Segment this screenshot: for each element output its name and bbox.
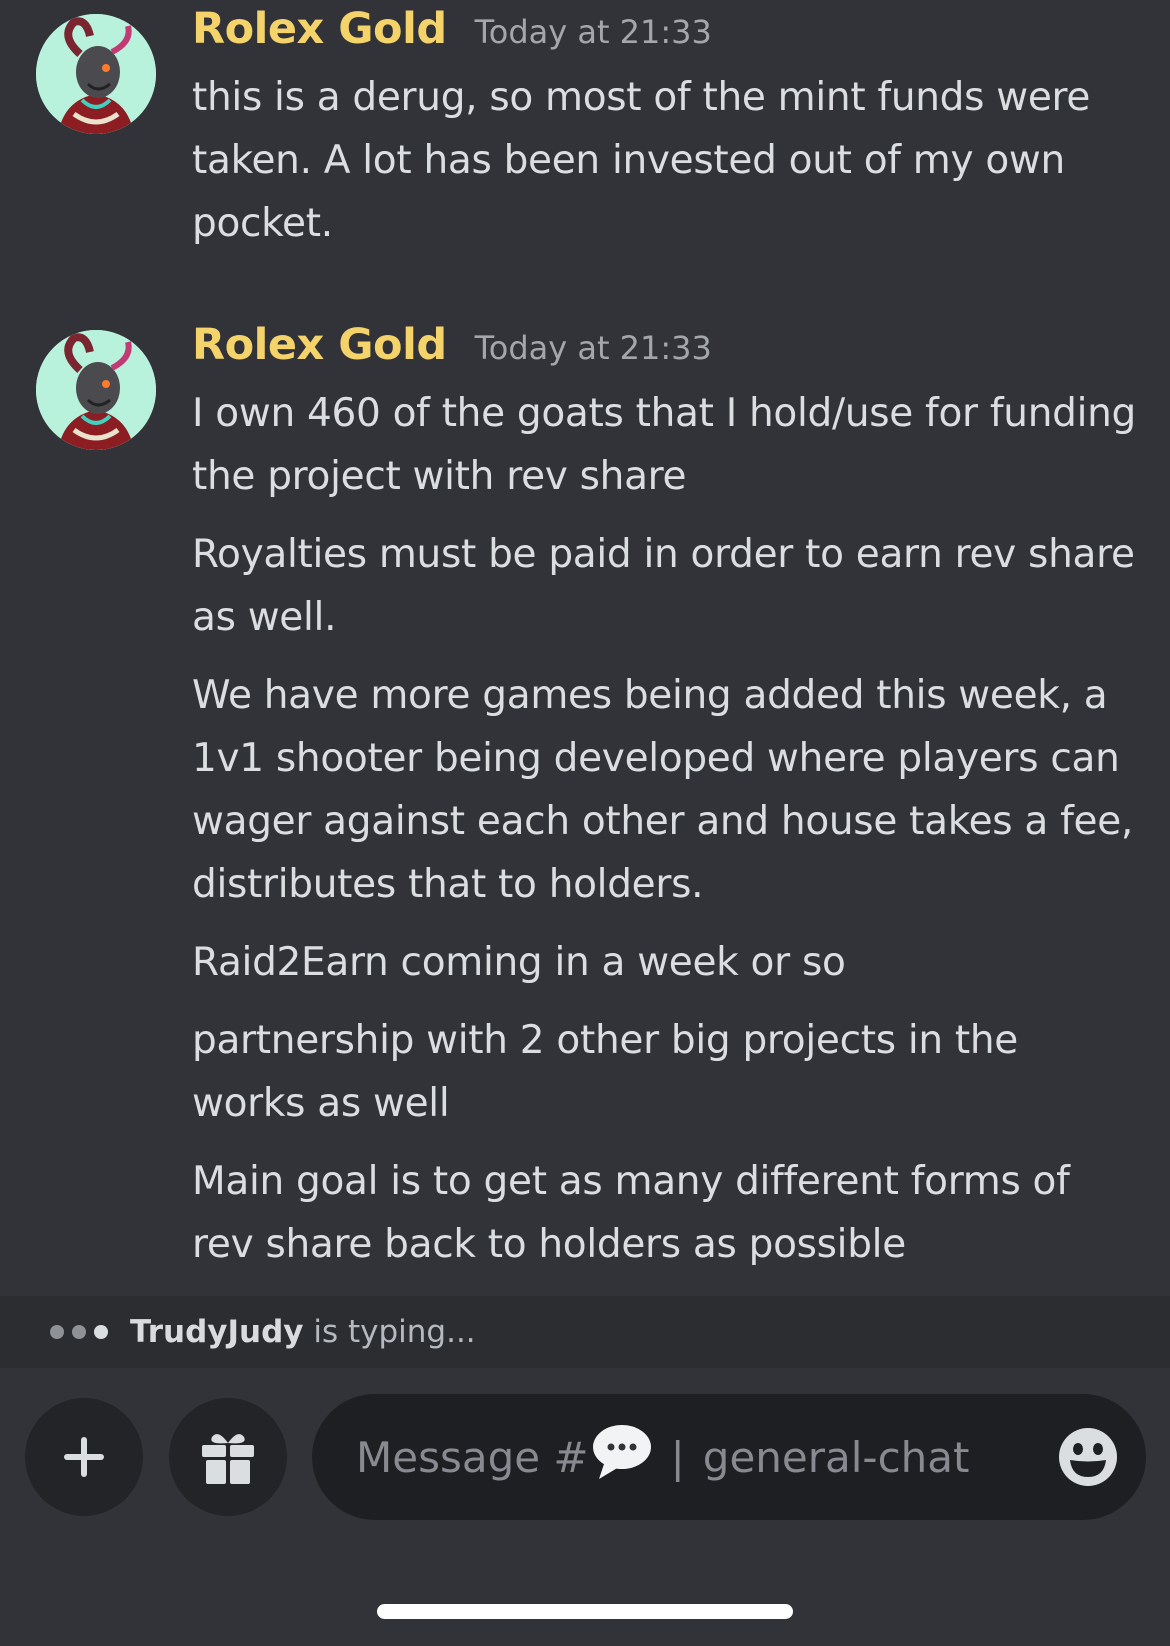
avatar[interactable] — [36, 330, 156, 450]
message-input[interactable]: Message # | general-chat — [312, 1394, 1146, 1520]
typing-dots-icon — [50, 1325, 108, 1339]
message-text: I own 460 of the goats that I hold/use f… — [192, 391, 1137, 499]
message-text: partnership with 2 other big projects in… — [192, 1018, 1018, 1126]
typing-text: TrudyJudy is typing... — [130, 1314, 476, 1350]
author-name[interactable]: Rolex Gold — [192, 4, 447, 54]
message-text: this is a derug, so most of the mint fun… — [192, 75, 1091, 246]
message-text: Raid2Earn coming in a week or so — [192, 940, 846, 985]
message-group: Rolex Gold Today at 21:33 this is a deru… — [0, 0, 1170, 300]
placeholder-prefix: Message # — [356, 1432, 589, 1482]
plus-icon — [64, 1437, 104, 1477]
gift-button[interactable] — [169, 1398, 287, 1516]
home-indicator[interactable] — [377, 1604, 793, 1619]
message-header: Rolex Gold Today at 21:33 — [192, 4, 712, 68]
message-placeholder: Message # | general-chat — [356, 1423, 970, 1491]
goat-avatar-icon — [36, 14, 156, 134]
avatar[interactable] — [36, 14, 156, 134]
composer: Message # | general-chat — [0, 1368, 1170, 1646]
message-text: Royalties must be paid in order to earn … — [192, 532, 1135, 640]
emoji-button[interactable] — [1058, 1427, 1118, 1487]
goat-avatar-icon — [36, 330, 156, 450]
typing-dot — [94, 1325, 108, 1339]
add-attachment-button[interactable] — [25, 1398, 143, 1516]
separator: | — [670, 1432, 685, 1482]
typing-indicator: TrudyJudy is typing... — [0, 1296, 1170, 1368]
message-text: We have more games being added this week… — [192, 673, 1134, 907]
message-body: this is a derug, so most of the mint fun… — [192, 66, 1142, 270]
typing-dot — [50, 1325, 64, 1339]
timestamp: Today at 21:33 — [474, 329, 712, 367]
author-name[interactable]: Rolex Gold — [192, 320, 447, 370]
gift-icon — [202, 1434, 254, 1484]
channel-name: general-chat — [702, 1432, 970, 1482]
message-group: Rolex Gold Today at 21:33 I own 460 of t… — [0, 316, 1170, 1296]
timestamp: Today at 21:33 — [474, 13, 712, 51]
message-text: Main goal is to get as many different fo… — [192, 1159, 1070, 1267]
typing-user: TrudyJudy — [130, 1314, 304, 1350]
speech-bubble-icon — [591, 1423, 653, 1491]
message-body: I own 460 of the goats that I hold/use f… — [192, 382, 1142, 1291]
message-header: Rolex Gold Today at 21:33 — [192, 320, 712, 384]
emoji-icon — [1059, 1428, 1117, 1486]
message-list[interactable]: Rolex Gold Today at 21:33 this is a deru… — [0, 0, 1170, 1296]
typing-suffix: is typing... — [303, 1314, 476, 1350]
typing-dot — [72, 1325, 86, 1339]
